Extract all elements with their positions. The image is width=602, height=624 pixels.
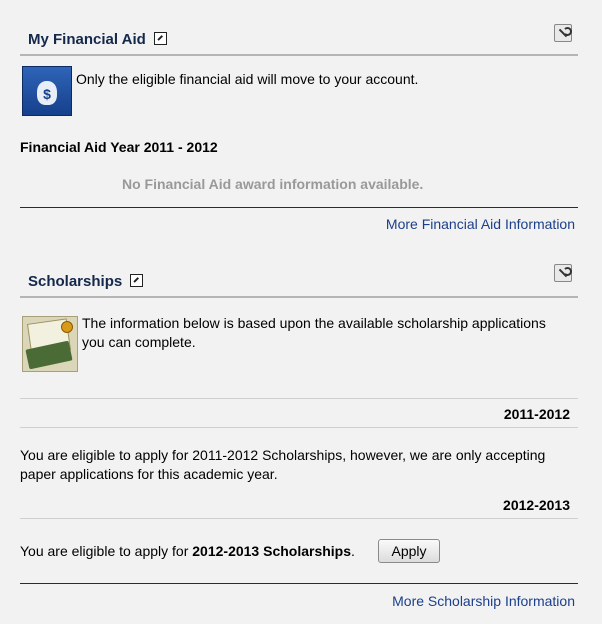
wrench-icon[interactable]	[554, 24, 572, 42]
more-financial-aid-link[interactable]: More Financial Aid Information	[386, 216, 575, 232]
year-2011-2012-heading: 2011-2012	[503, 406, 570, 422]
divider	[20, 207, 578, 208]
scholarships-header: Scholarships	[20, 268, 578, 298]
financial-aid-header: My Financial Aid	[20, 26, 578, 56]
scholarships-title: Scholarships	[28, 273, 144, 290]
divider	[20, 518, 578, 519]
apply-button[interactable]: Apply	[378, 539, 440, 563]
financial-aid-notice: Only the eligible financial aid will mov…	[76, 71, 419, 87]
divider	[20, 583, 578, 584]
financial-aid-year-heading: Financial Aid Year 2011 - 2012	[20, 139, 218, 155]
year-2012-2013-heading: 2012-2013	[503, 497, 570, 513]
year-2012-2013-text: You are eligible to apply for 2012-2013 …	[20, 543, 355, 559]
divider	[20, 427, 578, 428]
popout-icon[interactable]	[153, 32, 167, 45]
popout-icon[interactable]	[130, 274, 144, 287]
financial-aid-title: My Financial Aid	[28, 31, 167, 48]
year-2011-2012-text: You are eligible to apply for 2011-2012 …	[20, 447, 546, 482]
certificate-money-icon	[22, 316, 78, 372]
divider	[20, 398, 578, 399]
wrench-icon[interactable]	[554, 264, 572, 282]
more-scholarship-link[interactable]: More Scholarship Information	[392, 593, 575, 609]
no-award-message: No Financial Aid award information avail…	[122, 176, 424, 192]
scholarship-intro: The information below is based upon the …	[82, 315, 546, 350]
money-bag-icon: $	[22, 66, 72, 116]
